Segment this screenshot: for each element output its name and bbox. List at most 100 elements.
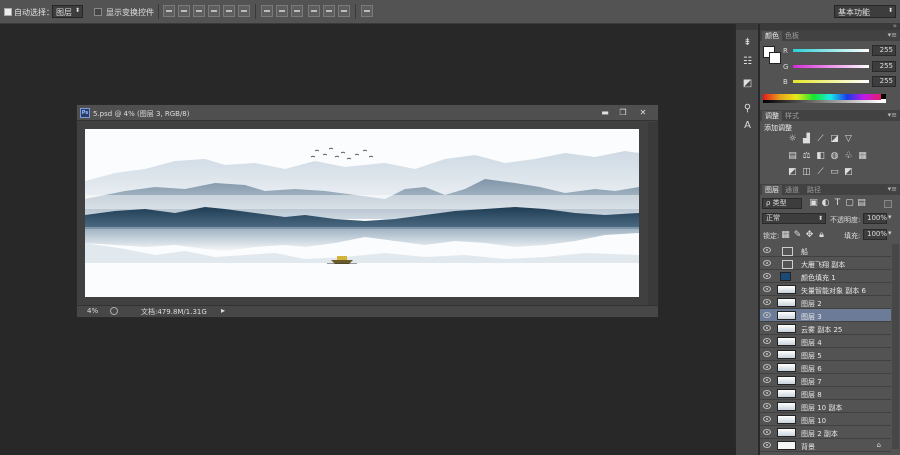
collapse-icon[interactable]: » [893, 22, 897, 30]
maximize-button[interactable]: ❐ [616, 107, 630, 118]
tab-swatches[interactable]: 色板 [782, 31, 802, 41]
color-spectrum-bar[interactable] [763, 94, 881, 103]
layer-filter-dropdown[interactable]: ρ 类型 [762, 198, 802, 209]
layer-row[interactable]: 图层 8 [760, 387, 891, 400]
visibility-eye-icon[interactable] [763, 325, 771, 331]
visibility-eye-icon[interactable] [763, 377, 771, 383]
auto-select-dropdown[interactable]: 图层 ⬍ [52, 5, 83, 18]
filter-shape-icon[interactable]: ▢ [844, 198, 855, 209]
tab-color[interactable]: 颜色 [762, 31, 782, 41]
invert-icon[interactable]: ◩ [787, 167, 798, 178]
minimize-button[interactable]: ▬ [598, 107, 612, 118]
filter-pixel-icon[interactable]: ▣ [808, 198, 819, 209]
visibility-eye-icon[interactable] [763, 273, 771, 279]
red-channel-value[interactable]: 255 [872, 45, 896, 56]
layers-scrollbar[interactable] [892, 244, 899, 449]
black-white-icon[interactable]: ◧ [815, 151, 826, 162]
align-vcenter-icon[interactable] [178, 5, 190, 17]
workspace-switcher[interactable]: 基本功能 ⬍ [834, 5, 896, 18]
panel-menu-icon[interactable]: ▾≡ [888, 110, 897, 121]
color-balance-icon[interactable]: ⚖ [801, 151, 812, 162]
auto-select-checkbox[interactable] [4, 8, 12, 16]
fill-input[interactable]: 100% [863, 229, 887, 240]
status-info-icon[interactable] [110, 307, 118, 315]
document-title-bar[interactable]: Ps 5.psd @ 4% (图层 3, RGB/8) ▬ ❐ ✕ [77, 105, 658, 121]
visibility-eye-icon[interactable] [763, 312, 771, 318]
visibility-eye-icon[interactable] [763, 351, 771, 357]
visibility-eye-icon[interactable] [763, 338, 771, 344]
filter-toggle-button[interactable] [884, 200, 892, 208]
align-top-icon[interactable] [163, 5, 175, 17]
threshold-icon[interactable]: ⟋ [815, 167, 826, 178]
blue-channel-slider[interactable] [793, 80, 869, 83]
align-bottom-icon[interactable] [193, 5, 205, 17]
align-left-icon[interactable] [208, 5, 220, 17]
green-channel-value[interactable]: 255 [872, 61, 896, 72]
opacity-input[interactable]: 100% [863, 213, 887, 224]
visibility-eye-icon[interactable] [763, 247, 771, 253]
distribute-vcenter-icon[interactable] [276, 5, 288, 17]
posterize-icon[interactable]: ◫ [801, 167, 812, 178]
layer-row[interactable]: 背景 ⌂ [760, 439, 891, 452]
distribute-bottom-icon[interactable] [291, 5, 303, 17]
panel-menu-icon[interactable]: ▾≡ [888, 184, 897, 195]
opacity-slider-arrow-icon[interactable]: ▾ [888, 213, 892, 221]
layer-row[interactable]: 矢量智能对象 副本 6 [760, 283, 891, 296]
layer-row[interactable]: 云雾 副本 25 [760, 322, 891, 335]
layer-row[interactable]: 船 [760, 244, 891, 257]
photo-filter-icon[interactable]: ◍ [829, 151, 840, 162]
blend-mode-dropdown[interactable]: 正常 ⬍ [762, 213, 826, 224]
visibility-eye-icon[interactable] [763, 299, 771, 305]
filter-smart-object-icon[interactable]: ▤ [856, 198, 867, 209]
layer-row[interactable]: 图层 7 [760, 374, 891, 387]
character-icon[interactable]: A [741, 119, 754, 132]
lock-position-icon[interactable]: ✥ [804, 230, 815, 241]
panel-grip[interactable] [736, 24, 758, 30]
selective-color-icon[interactable]: ◩ [843, 167, 854, 178]
curves-icon[interactable]: ⟋ [815, 134, 826, 145]
align-hcenter-icon[interactable] [223, 5, 235, 17]
white-swatch[interactable] [881, 99, 886, 103]
lock-all-icon[interactable]: 🔒︎ [816, 230, 827, 241]
gradient-map-icon[interactable]: ▭ [829, 167, 840, 178]
layer-row[interactable]: 图层 5 [760, 348, 891, 361]
panel-menu-icon[interactable]: ▾≡ [888, 30, 897, 41]
distribute-left-icon[interactable] [308, 5, 320, 17]
blue-channel-value[interactable]: 255 [872, 76, 896, 87]
filter-adjustment-icon[interactable]: ◐ [820, 198, 831, 209]
layer-row[interactable]: 图层 10 [760, 413, 891, 426]
distribute-top-icon[interactable] [261, 5, 273, 17]
properties-icon[interactable]: ◩ [741, 77, 754, 90]
layer-row[interactable]: 图层 10 副本 [760, 400, 891, 413]
distribute-right-icon[interactable] [338, 5, 350, 17]
green-channel-slider[interactable] [793, 65, 869, 68]
document-canvas[interactable] [85, 129, 639, 297]
tab-adjustments[interactable]: 调整 [762, 111, 782, 121]
visibility-eye-icon[interactable] [763, 416, 771, 422]
layer-row[interactable]: 大雁飞翔 副本 [760, 257, 891, 270]
close-button[interactable]: ✕ [636, 107, 650, 118]
visibility-eye-icon[interactable] [763, 286, 771, 292]
hue-saturation-icon[interactable]: ▤ [787, 151, 798, 162]
visibility-eye-icon[interactable] [763, 403, 771, 409]
tab-layers[interactable]: 图层 [762, 185, 782, 195]
auto-align-icon[interactable] [361, 5, 373, 17]
lock-pixels-icon[interactable]: ✎ [792, 230, 803, 241]
lock-transparency-icon[interactable]: ▦ [780, 230, 791, 241]
red-channel-slider[interactable] [793, 49, 869, 52]
tab-channels[interactable]: 通道 [782, 185, 802, 195]
align-right-icon[interactable] [238, 5, 250, 17]
tab-styles[interactable]: 样式 [782, 111, 802, 121]
fill-slider-arrow-icon[interactable]: ▾ [888, 229, 892, 237]
brightness-contrast-icon[interactable]: ☼ [787, 134, 798, 145]
visibility-eye-icon[interactable] [763, 260, 771, 266]
vibrance-icon[interactable]: ▽ [843, 134, 854, 145]
status-menu-arrow-icon[interactable]: ▸ [221, 306, 225, 315]
layer-row[interactable]: 图层 3 [760, 309, 891, 322]
layer-row[interactable]: 图层 2 [760, 296, 891, 309]
channel-mixer-icon[interactable]: ♧ [843, 151, 854, 162]
layer-row[interactable]: 图层 6 [760, 361, 891, 374]
visibility-eye-icon[interactable] [763, 442, 771, 448]
color-lookup-icon[interactable]: ▦ [857, 151, 868, 162]
brush-preset-icon[interactable]: ☷ [741, 55, 754, 68]
